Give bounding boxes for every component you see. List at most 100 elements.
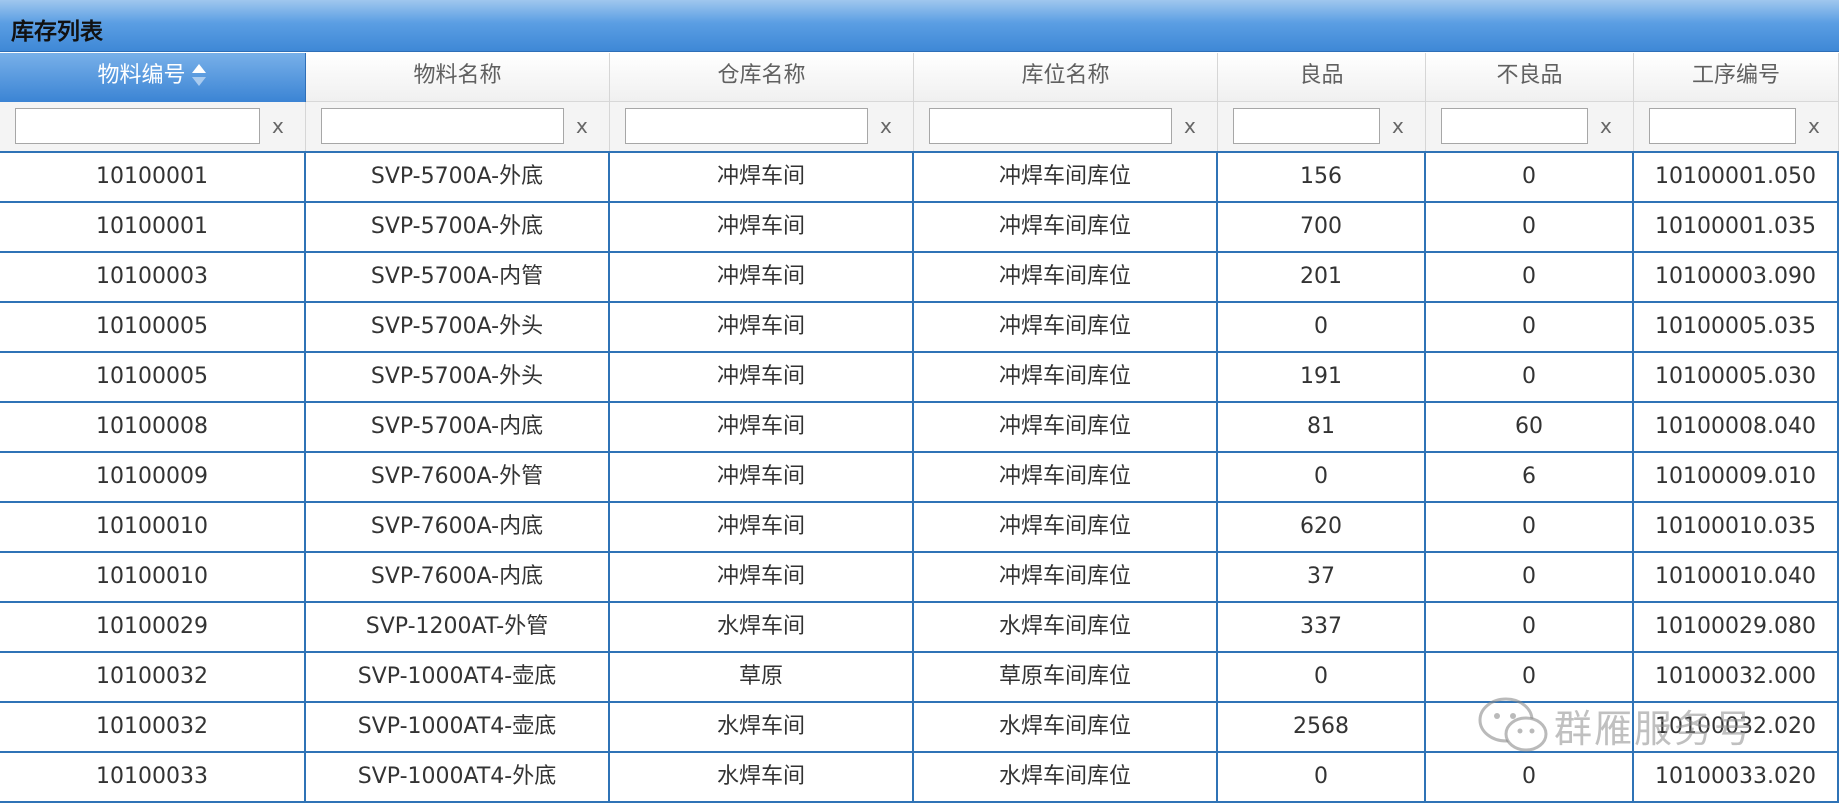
filter-cell-warehouse-name: x [610,102,914,151]
filter-clear-button[interactable]: x [272,114,284,138]
cell-defective-qty: 0 [1426,753,1634,801]
cell-material-code: 10100032 [0,703,306,751]
table-row[interactable]: 10100010 SVP-7600A-内底 冲焊车间 冲焊车间库位 620 0 101000… [0,503,1839,553]
cell-process-code: 10100032.020 [1634,703,1839,751]
cell-material-name: SVP-5700A-外头 [306,303,610,351]
filter-input-material-name[interactable] [321,108,564,144]
column-header-label: 仓库名称 [717,63,806,88]
cell-defective-qty: 0 [1426,303,1634,351]
cell-warehouse-name: 水焊车间 [610,753,914,801]
cell-good-qty: 0 [1218,753,1426,801]
cell-material-name: SVP-1000AT4-外底 [306,753,610,801]
cell-material-code: 10100029 [0,603,306,651]
filter-input-process-code[interactable] [1649,108,1796,144]
cell-material-name: SVP-1000AT4-壶底 [306,653,610,701]
cell-process-code: 10100001.050 [1634,153,1839,201]
cell-material-code: 10100010 [0,553,306,601]
table-row[interactable]: 10100010 SVP-7600A-内底 冲焊车间 冲焊车间库位 37 0 1010001… [0,553,1839,603]
cell-warehouse-name: 水焊车间 [610,703,914,751]
column-header-warehouse-name[interactable]: 仓库名称 [610,53,914,102]
column-header-label: 库位名称 [1021,63,1110,88]
filter-input-warehouse-name[interactable] [625,108,868,144]
filter-clear-button[interactable]: x [1392,114,1404,138]
cell-good-qty: 0 [1218,653,1426,701]
cell-good-qty: 191 [1218,353,1426,401]
column-header-defective-qty[interactable]: 不良品 [1426,53,1634,102]
filter-input-material-code[interactable] [15,108,260,144]
cell-good-qty: 81 [1218,403,1426,451]
cell-defective-qty: 0 [1426,203,1634,251]
cell-material-name: SVP-5700A-内管 [306,253,610,301]
filter-clear-button[interactable]: x [576,114,588,138]
table-row[interactable]: 10100032 SVP-1000AT4-壶底 水焊车间 水焊车间库位 2568 1010… [0,703,1839,753]
table-row[interactable]: 10100033 SVP-1000AT4-外底 水焊车间 水焊车间库位 0 0 101000… [0,753,1839,803]
cell-process-code: 10100010.040 [1634,553,1839,601]
filter-clear-button[interactable]: x [1808,114,1820,138]
filter-input-location-name[interactable] [929,108,1172,144]
cell-defective-qty: 0 [1426,653,1634,701]
cell-process-code: 10100003.090 [1634,253,1839,301]
filter-input-defective-qty[interactable] [1441,108,1588,144]
cell-warehouse-name: 草原 [610,653,914,701]
cell-material-name: SVP-1200AT-外管 [306,603,610,651]
filter-cell-process-code: x [1634,102,1839,151]
table-row[interactable]: 10100005 SVP-5700A-外头 冲焊车间 冲焊车间库位 191 0 101000… [0,353,1839,403]
cell-material-code: 10100005 [0,353,306,401]
filter-cell-material-name: x [306,102,610,151]
cell-good-qty: 337 [1218,603,1426,651]
column-header-process-code[interactable]: 工序编号 [1634,53,1839,102]
cell-warehouse-name: 冲焊车间 [610,453,914,501]
cell-material-code: 10100005 [0,303,306,351]
filter-cell-material-code: x [0,102,306,151]
cell-location-name: 冲焊车间库位 [914,303,1218,351]
filter-cell-location-name: x [914,102,1218,151]
panel-title-bar: 库存列表 [0,0,1839,52]
cell-defective-qty: 0 [1426,553,1634,601]
cell-process-code: 10100029.080 [1634,603,1839,651]
cell-process-code: 10100008.040 [1634,403,1839,451]
table-row[interactable]: 10100009 SVP-7600A-外管 冲焊车间 冲焊车间库位 0 6 10100009… [0,453,1839,503]
cell-location-name: 冲焊车间库位 [914,153,1218,201]
table-row[interactable]: 10100032 SVP-1000AT4-壶底 草原 草原车间库位 0 0 10100032… [0,653,1839,703]
cell-defective-qty: 0 [1426,153,1634,201]
table-row[interactable]: 10100005 SVP-5700A-外头 冲焊车间 冲焊车间库位 0 0 10100005… [0,303,1839,353]
filter-input-good-qty[interactable] [1233,108,1380,144]
table-row[interactable]: 10100008 SVP-5700A-内底 冲焊车间 冲焊车间库位 81 60 101000… [0,403,1839,453]
cell-defective-qty: 0 [1426,253,1634,301]
cell-warehouse-name: 冲焊车间 [610,503,914,551]
cell-material-code: 10100010 [0,503,306,551]
table-row[interactable]: 10100003 SVP-5700A-内管 冲焊车间 冲焊车间库位 201 0 101000… [0,253,1839,303]
cell-process-code: 10100032.000 [1634,653,1839,701]
filter-cell-good-qty: x [1218,102,1426,151]
cell-defective-qty: 6 [1426,453,1634,501]
cell-good-qty: 156 [1218,153,1426,201]
cell-good-qty: 0 [1218,303,1426,351]
cell-material-code: 10100033 [0,753,306,801]
cell-material-code: 10100032 [0,653,306,701]
column-header-label: 工序编号 [1691,63,1780,88]
cell-material-name: SVP-7600A-外管 [306,453,610,501]
cell-material-name: SVP-1000AT4-壶底 [306,703,610,751]
table-row[interactable]: 10100001 SVP-5700A-外底 冲焊车间 冲焊车间库位 700 0 101000… [0,203,1839,253]
cell-defective-qty: 0 [1426,353,1634,401]
filter-clear-button[interactable]: x [1184,114,1196,138]
grid-filter-row: xxxxxxx [0,102,1839,153]
cell-process-code: 10100005.035 [1634,303,1839,351]
table-row[interactable]: 10100001 SVP-5700A-外底 冲焊车间 冲焊车间库位 156 0 101000… [0,153,1839,203]
cell-location-name: 水焊车间库位 [914,753,1218,801]
cell-good-qty: 201 [1218,253,1426,301]
column-header-material-name[interactable]: 物料名称 [306,53,610,102]
cell-location-name: 冲焊车间库位 [914,503,1218,551]
table-row[interactable]: 10100029 SVP-1200AT-外管 水焊车间 水焊车间库位 337 0 10100… [0,603,1839,653]
cell-warehouse-name: 冲焊车间 [610,353,914,401]
filter-clear-button[interactable]: x [1600,114,1612,138]
column-header-location-name[interactable]: 库位名称 [914,53,1218,102]
cell-process-code: 10100001.035 [1634,203,1839,251]
cell-good-qty: 0 [1218,453,1426,501]
column-header-material-code[interactable]: 物料编号 [0,53,306,102]
column-header-good-qty[interactable]: 良品 [1218,53,1426,102]
filter-clear-button[interactable]: x [880,114,892,138]
cell-good-qty: 700 [1218,203,1426,251]
sort-ascending-icon[interactable] [190,64,208,88]
cell-warehouse-name: 冲焊车间 [610,403,914,451]
